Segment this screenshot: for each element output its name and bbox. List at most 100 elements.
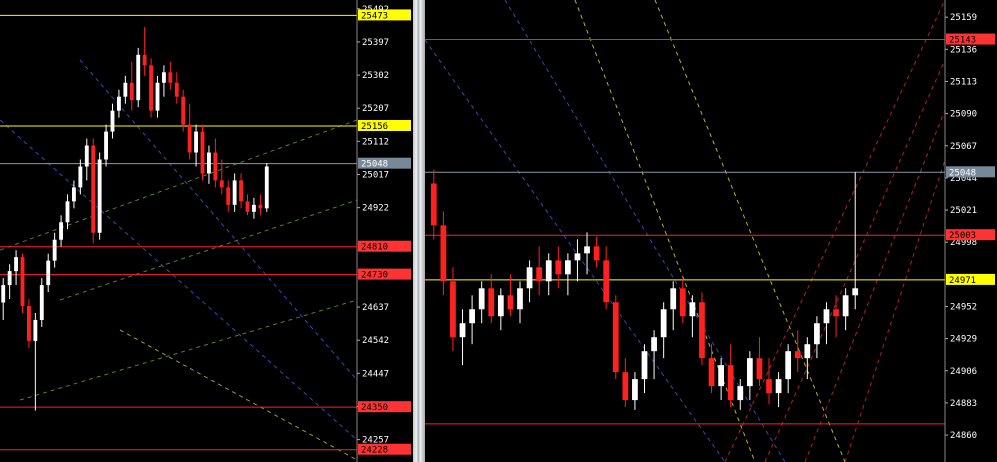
candle-body-43: [842, 295, 849, 317]
candle-body-6: [39, 285, 44, 320]
candle-body-3: [459, 323, 466, 338]
candle-body-30: [194, 131, 198, 153]
candle-body-28: [699, 302, 705, 359]
candle-body-32: [207, 152, 211, 174]
candle-body-4: [27, 306, 31, 341]
left-chart-svg: 2549225397253022520725112250172492224637…: [0, 0, 411, 462]
candle-body-19: [123, 82, 128, 97]
candle-body-34: [756, 358, 763, 380]
right-chart-panel[interactable]: 25159 25136 25113 25090 25067 25044 25021 24998…: [425, 0, 997, 462]
candle-body-41: [264, 166, 269, 209]
candle-body-6: [488, 288, 495, 317]
trend-line-4: [804, 109, 946, 462]
candle-body-35: [766, 379, 772, 394]
candle-body-23: [651, 337, 657, 352]
candle-body-33: [746, 358, 753, 387]
axis-tick-label-9: 24447: [362, 369, 389, 379]
candle-body-17: [110, 110, 115, 132]
candle-body-21: [136, 54, 141, 101]
candle-body-34: [219, 180, 224, 188]
trend-line-5: [119, 329, 358, 461]
candle-body-42: [833, 309, 839, 317]
axis-tick-label-2: 25302: [362, 71, 389, 81]
price-tag-label-5: 24350: [361, 403, 388, 413]
candle-body-0: [1, 285, 6, 303]
candle-body-25: [162, 72, 166, 83]
candle-body-4: [469, 309, 475, 324]
candle-body-24: [660, 309, 667, 338]
candle-body-2: [14, 257, 18, 272]
candle-body-16: [104, 131, 108, 160]
axis-tick-label-1: 25136: [950, 45, 977, 55]
candle-body-11: [536, 267, 543, 282]
panel-splitter[interactable]: [413, 0, 425, 462]
axis-tick-label-4: 25112: [362, 137, 389, 147]
candle-body-22: [142, 54, 147, 66]
candle-body-8: [52, 239, 57, 261]
candle-body-7: [497, 295, 504, 317]
candle-body-35: [226, 187, 231, 205]
price-tag-label-2: 25048: [361, 160, 388, 170]
trend-line-4: [79, 59, 358, 381]
axis-tick-label-3: 25207: [362, 104, 389, 114]
candle-body-5: [33, 319, 38, 341]
candle-body-26: [679, 288, 686, 317]
axis-tick-label-0: 25159: [950, 13, 977, 23]
candle-body-13: [84, 145, 89, 167]
candle-body-39: [804, 344, 811, 359]
trend-line-3: [0, 119, 358, 441]
axis-tick-label-6: 24922: [362, 204, 389, 214]
candle-body-20: [622, 372, 629, 401]
trend-line-2: [19, 299, 358, 401]
candle-body-36: [232, 180, 237, 205]
candle-body-44: [852, 288, 859, 296]
axis-tick-label-1: 25397: [362, 38, 389, 48]
candle-body-37: [239, 180, 243, 202]
candle-body-38: [245, 201, 250, 212]
candle-body-9: [59, 222, 63, 240]
candle-body-18: [603, 260, 610, 303]
candle-body-40: [814, 323, 820, 345]
candle-body-41: [823, 309, 830, 324]
left-chart-panel[interactable]: 2549225397253022520725112250172492224637…: [0, 0, 413, 462]
candle-body-25: [670, 288, 677, 310]
price-tag-label-3: 24810: [361, 243, 388, 253]
price-tag-label-6: 24228: [361, 446, 388, 456]
candle-body-32: [737, 386, 744, 401]
axis-tick-label-11: 24883: [950, 399, 977, 409]
candle-body-1: [7, 271, 12, 286]
candle-body-27: [689, 302, 696, 317]
axis-tick-label-10: 24906: [950, 367, 977, 377]
axis-tick-label-2: 25113: [950, 77, 977, 87]
candle-body-29: [708, 358, 715, 387]
price-tag-label-1: 25156: [361, 122, 388, 132]
candle-body-15: [97, 159, 102, 233]
candle-body-20: [129, 82, 134, 101]
candle-body-36: [775, 379, 782, 394]
candle-body-37: [785, 351, 792, 380]
trend-line-6: [425, 39, 726, 462]
candle-body-12: [545, 260, 552, 282]
trend-line-1: [59, 199, 358, 301]
right-chart-svg: 2515925136251132509025067250442502124998…: [425, 0, 995, 462]
candle-body-39: [252, 204, 256, 212]
axis-tick-label-9: 24929: [950, 335, 977, 345]
candle-body-27: [174, 82, 179, 97]
candle-body-26: [168, 72, 173, 83]
candle-body-10: [65, 201, 70, 223]
candle-body-31: [727, 365, 734, 401]
axis-tick-label-8: 24542: [362, 336, 389, 346]
candle-body-40: [258, 204, 263, 209]
candle-body-14: [91, 145, 96, 233]
candle-body-7: [46, 260, 51, 286]
price-tag-label-3: 24971: [949, 276, 976, 286]
axis-tick-label-8: 24952: [950, 302, 977, 312]
price-tag-label-1: 25048: [949, 168, 976, 178]
axis-tick-label-7: 24637: [362, 303, 389, 313]
chart-stage: 2549225397253022520725112250172492224637…: [0, 0, 997, 462]
candle-body-18: [117, 96, 121, 111]
candle-body-15: [574, 253, 581, 261]
candle-body-16: [584, 246, 590, 254]
candle-body-28: [181, 96, 186, 125]
axis-tick-label-6: 25021: [950, 206, 977, 216]
